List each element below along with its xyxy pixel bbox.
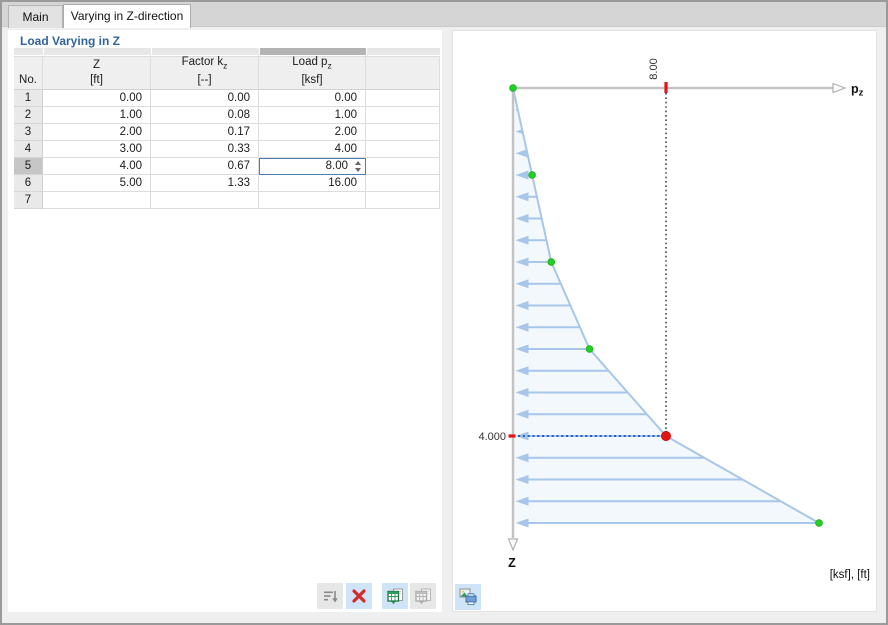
table-row-1: 1 0.00 0.00 0.00 <box>14 90 441 107</box>
cell-extra[interactable] <box>366 124 440 141</box>
cell-kz[interactable]: 1.33 <box>151 175 259 192</box>
cell-pz[interactable]: 4.00 <box>259 141 366 158</box>
table-header: No. Z [ft] Factor kz [--] Load pz [ksf] <box>14 56 441 90</box>
row-number[interactable]: 2 <box>14 107 43 124</box>
load-table: No. Z [ft] Factor kz [--] Load pz [ksf] … <box>14 48 441 209</box>
cell-extra[interactable] <box>366 107 440 124</box>
cell-kz[interactable]: 0.00 <box>151 90 259 107</box>
export-excel-button[interactable] <box>382 583 408 609</box>
load-definition-panel: Load Varying in Z No. Z [ft] Factor kz [… <box>8 30 442 612</box>
table-row-2: 2 1.00 0.08 1.00 <box>14 107 441 124</box>
svg-text:pz: pz <box>851 82 864 99</box>
tab-main[interactable]: Main <box>8 5 63 28</box>
delete-row-icon <box>351 588 367 604</box>
cell-z[interactable]: 0.00 <box>43 90 151 107</box>
row-number[interactable]: 7 <box>14 192 43 209</box>
tab-bar: Main Varying in Z-direction <box>2 2 886 27</box>
cell-pz[interactable]: 2.00 <box>259 124 366 141</box>
header-extra <box>366 56 440 90</box>
row-number[interactable]: 4 <box>14 141 43 158</box>
load-diagram-panel: pz Z 8.00 4.000 [ksf], [ft] <box>452 30 877 612</box>
row-number[interactable]: 6 <box>14 175 43 192</box>
row-number-active[interactable]: 5 <box>14 158 43 175</box>
import-excel-button[interactable] <box>410 583 436 609</box>
cell-z[interactable]: 5.00 <box>43 175 151 192</box>
cell-pz[interactable]: 16.00 <box>259 175 366 192</box>
cell-z[interactable] <box>43 192 151 209</box>
cell-extra[interactable] <box>366 158 440 175</box>
cell-extra[interactable] <box>366 175 440 192</box>
dialog-window: Main Varying in Z-direction Load Varying… <box>0 0 888 625</box>
load-diagram: pz Z 8.00 4.000 [ksf], [ft] <box>453 31 876 611</box>
cell-pz[interactable]: 1.00 <box>259 107 366 124</box>
panel-title: Load Varying in Z <box>20 34 120 48</box>
col-strip-z[interactable] <box>44 48 151 55</box>
cell-pz[interactable]: 0.00 <box>259 90 366 107</box>
cell-extra[interactable] <box>366 192 440 209</box>
spin-up-icon[interactable] <box>355 161 361 165</box>
cell-extra[interactable] <box>366 90 440 107</box>
cell-kz[interactable]: 0.17 <box>151 124 259 141</box>
sort-rows-icon <box>322 588 339 605</box>
cell-extra[interactable] <box>366 141 440 158</box>
export-excel-icon <box>387 588 404 605</box>
cell-pz-active[interactable]: 8.00 <box>259 158 366 175</box>
active-cell-value[interactable]: 8.00 <box>260 159 352 174</box>
header-load-pz: Load pz [ksf] <box>259 56 366 90</box>
print-graphic-icon <box>459 588 477 606</box>
table-row-7: 7 <box>14 192 441 209</box>
table-row-3: 3 2.00 0.17 2.00 <box>14 124 441 141</box>
spin-down-icon[interactable] <box>355 168 361 172</box>
print-graphic-button[interactable] <box>455 584 481 610</box>
svg-text:[ksf], [ft]: [ksf], [ft] <box>830 569 870 581</box>
cell-z[interactable]: 3.00 <box>43 141 151 158</box>
svg-text:Z: Z <box>508 556 516 570</box>
table-row-6: 6 5.00 1.33 16.00 <box>14 175 441 192</box>
col-strip-no[interactable] <box>14 48 43 55</box>
svg-text:8.00: 8.00 <box>648 58 660 79</box>
cell-kz[interactable]: 0.08 <box>151 107 259 124</box>
col-strip-extra[interactable] <box>367 48 440 55</box>
cell-z[interactable]: 4.00 <box>43 158 151 175</box>
sort-rows-button[interactable] <box>317 583 343 609</box>
tab-varying-in-z[interactable]: Varying in Z-direction <box>63 4 191 28</box>
value-spinner <box>352 159 363 174</box>
table-row-4: 4 3.00 0.33 4.00 <box>14 141 441 158</box>
table-row-5: 5 4.00 0.67 8.00 <box>14 158 441 175</box>
row-number[interactable]: 1 <box>14 90 43 107</box>
header-z: Z [ft] <box>43 56 151 90</box>
header-no: No. <box>14 56 43 90</box>
cell-pz[interactable] <box>259 192 366 209</box>
column-select-strip <box>14 48 441 55</box>
cell-z[interactable]: 2.00 <box>43 124 151 141</box>
cell-kz[interactable]: 0.33 <box>151 141 259 158</box>
cell-z[interactable]: 1.00 <box>43 107 151 124</box>
cell-kz[interactable]: 0.67 <box>151 158 259 175</box>
cell-kz[interactable] <box>151 192 259 209</box>
svg-text:4.000: 4.000 <box>478 431 506 443</box>
import-excel-icon <box>415 588 432 605</box>
header-factor-kz: Factor kz [--] <box>151 56 259 90</box>
delete-row-button[interactable] <box>346 583 372 609</box>
row-number[interactable]: 3 <box>14 124 43 141</box>
